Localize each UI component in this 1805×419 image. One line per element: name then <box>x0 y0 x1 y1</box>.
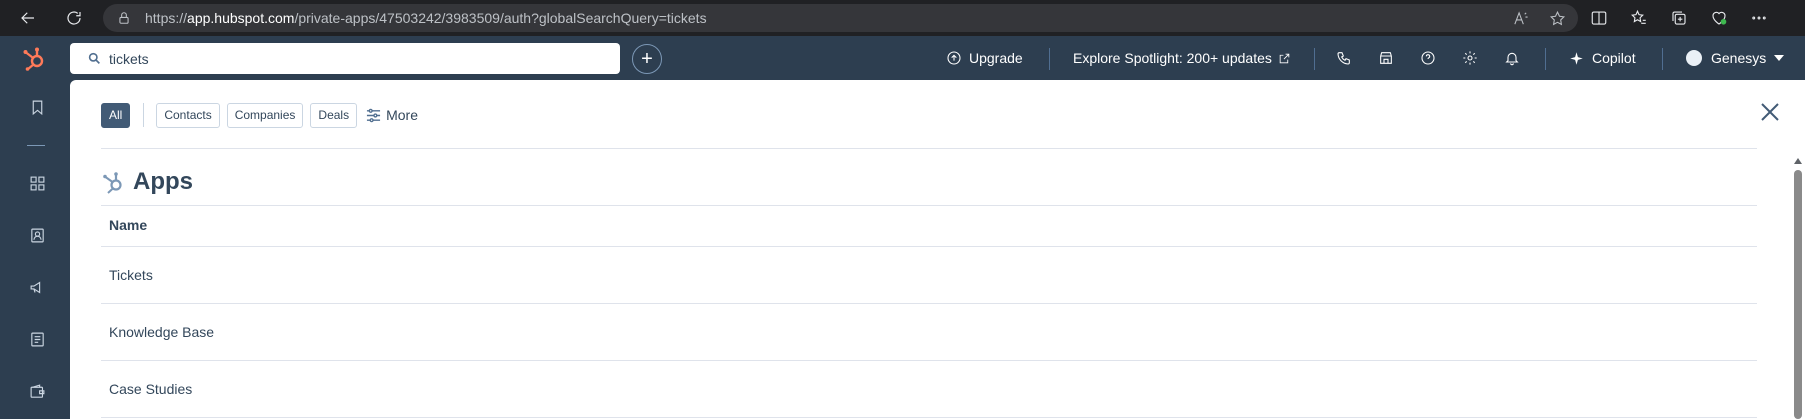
content-icon[interactable] <box>27 329 47 349</box>
table-row[interactable]: Tickets <box>101 247 1757 304</box>
upgrade-icon <box>947 51 961 65</box>
account-label: Genesys <box>1711 50 1767 66</box>
section-title: Apps <box>133 168 193 195</box>
copilot-sparkle-icon <box>1570 51 1583 65</box>
calling-icon[interactable] <box>1334 48 1354 68</box>
create-new-button[interactable]: + <box>632 44 662 74</box>
plus-icon: + <box>641 48 653 70</box>
sidebar-divider <box>27 145 45 146</box>
contacts-icon[interactable] <box>27 225 47 245</box>
result-link[interactable]: Knowledge Base <box>109 324 214 340</box>
close-search-button[interactable] <box>1760 102 1782 124</box>
sliders-icon <box>367 108 381 122</box>
table-row[interactable]: Knowledge Base <box>101 304 1757 361</box>
workspaces-grid-icon[interactable] <box>27 173 47 193</box>
upgrade-button[interactable]: Upgrade <box>946 36 1023 80</box>
table-row[interactable]: Case Studies <box>101 361 1757 418</box>
explore-spotlight-link[interactable]: Explore Spotlight: 200+ updates <box>1073 36 1291 80</box>
spotlight-label: Explore Spotlight: 200+ updates <box>1073 50 1272 66</box>
close-icon <box>1761 103 1779 121</box>
search-icon <box>88 52 100 64</box>
lock-icon <box>119 12 129 24</box>
nav-divider <box>1545 48 1546 70</box>
copilot-label: Copilot <box>1592 50 1636 66</box>
favorite-star-icon[interactable] <box>1549 10 1566 27</box>
search-results-panel: All Contacts Companies Deals More Apps N… <box>70 80 1805 419</box>
filter-divider <box>143 103 145 127</box>
split-screen-icon[interactable] <box>1590 9 1608 27</box>
browser-toolbar: https://app.hubspot.com/private-apps/475… <box>0 0 1805 36</box>
filter-companies-button[interactable]: Companies <box>226 102 304 128</box>
hubspot-top-nav: + Upgrade Explore Spotlight: 200+ update… <box>0 36 1805 80</box>
divider <box>101 148 1757 149</box>
filter-all-button[interactable]: All <box>101 102 131 128</box>
nav-divider <box>1049 48 1050 70</box>
global-search-input[interactable] <box>109 50 609 67</box>
upgrade-label: Upgrade <box>969 50 1023 66</box>
more-filters-button[interactable]: More <box>366 107 418 123</box>
search-filter-bar: All Contacts Companies Deals More <box>101 102 418 128</box>
external-link-icon <box>1279 53 1290 63</box>
avatar <box>1686 50 1702 66</box>
left-sidebar <box>0 80 70 419</box>
read-aloud-icon[interactable] <box>1512 10 1529 27</box>
favorites-icon[interactable] <box>1630 9 1648 27</box>
column-header-name[interactable]: Name <box>109 217 147 233</box>
scrollbar-thumb[interactable] <box>1794 170 1802 419</box>
bookmarks-icon[interactable] <box>27 97 47 117</box>
hubspot-logo-icon[interactable] <box>22 46 48 72</box>
result-link[interactable]: Case Studies <box>109 381 192 397</box>
address-bar[interactable]: https://app.hubspot.com/private-apps/475… <box>103 4 1578 32</box>
marketing-megaphone-icon[interactable] <box>27 277 47 297</box>
apps-section-header: Apps <box>101 168 193 196</box>
collections-icon[interactable] <box>1670 9 1688 27</box>
copilot-button[interactable]: Copilot <box>1569 36 1636 80</box>
scroll-up-arrow-icon[interactable] <box>1794 158 1802 164</box>
global-search-box[interactable] <box>70 43 620 74</box>
url-text: https://app.hubspot.com/private-apps/475… <box>145 10 707 26</box>
chevron-down-icon <box>1774 55 1785 61</box>
more-options-icon[interactable] <box>1750 9 1768 27</box>
nav-divider <box>1314 48 1315 70</box>
refresh-icon[interactable] <box>56 0 92 36</box>
result-link[interactable]: Tickets <box>109 267 153 283</box>
account-menu[interactable]: Genesys <box>1686 36 1785 80</box>
scrollbar[interactable] <box>1790 80 1805 419</box>
browser-essentials-icon[interactable] <box>1710 9 1728 27</box>
settings-gear-icon[interactable] <box>1460 48 1480 68</box>
nav-divider <box>1662 48 1663 70</box>
divider <box>101 205 1757 206</box>
notifications-bell-icon[interactable] <box>1502 48 1522 68</box>
more-label: More <box>386 107 418 123</box>
hubspot-sprocket-icon <box>103 172 122 194</box>
filter-deals-button[interactable]: Deals <box>310 102 358 128</box>
marketplace-icon[interactable] <box>1376 48 1396 68</box>
help-icon[interactable] <box>1418 48 1438 68</box>
back-icon[interactable] <box>10 0 46 36</box>
commerce-wallet-icon[interactable] <box>27 381 47 401</box>
filter-contacts-button[interactable]: Contacts <box>156 102 220 128</box>
